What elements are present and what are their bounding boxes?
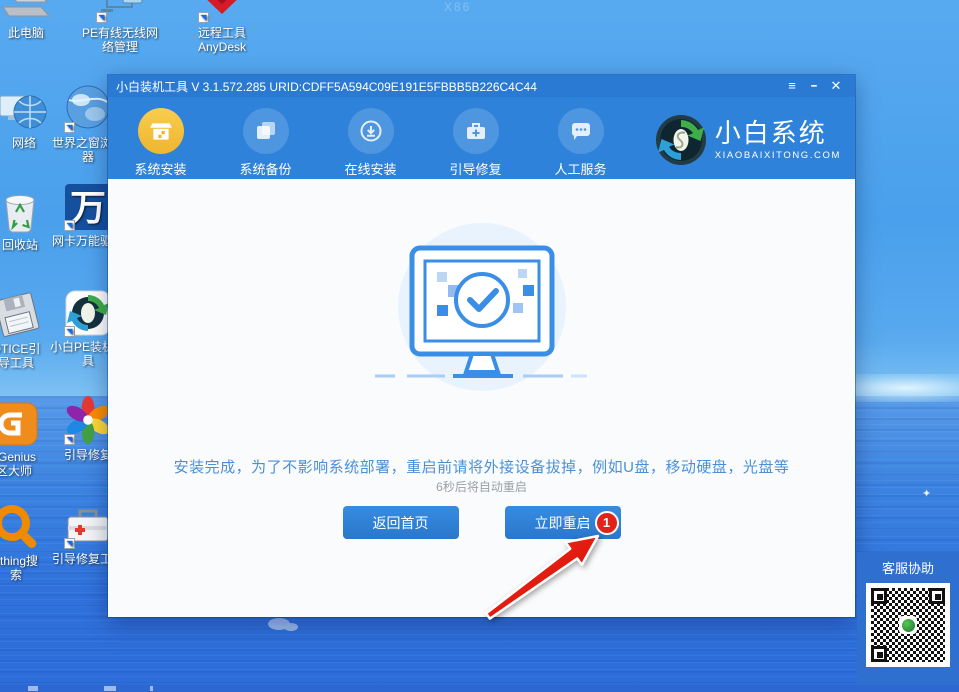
icon-label: 引导修复 (64, 448, 112, 462)
icon-label: 器 (82, 150, 94, 164)
diskgenius-icon (0, 398, 39, 448)
qr-finder-icon (871, 646, 887, 662)
recycle-bin-icon (0, 186, 45, 236)
shortcut-arrow-icon: ◥ (64, 220, 75, 231)
icon-label: PE有线无线网 (82, 26, 158, 40)
icon-label: AnyDesk (198, 40, 246, 54)
cloud (268, 616, 308, 632)
window-title: 小白装机工具 V 3.1.572.285 URID:CDFF5A594C09E1… (116, 78, 781, 95)
shortcut-arrow-icon: ◥ (64, 326, 75, 337)
tab-label: 系统安装 (134, 159, 186, 178)
anydesk-icon: ◥ (197, 0, 247, 24)
icon-label: 具 (82, 354, 94, 368)
taskbar[interactable] (0, 685, 959, 692)
shortcut-arrow-icon: ◥ (96, 12, 107, 23)
icon-label: ything搜 (0, 554, 38, 568)
tab-label: 在线安装 (344, 159, 396, 178)
icon-label: 络管理 (102, 40, 138, 54)
completion-message: 安装完成，为了不影响系统部署，重启前请将外接设备拔掉，例如U盘，移动硬盘，光盘等 (108, 456, 855, 477)
icon-label: 导工具 (0, 356, 34, 370)
toolbox-icon: ◥ (63, 500, 113, 550)
chat-icon (558, 108, 604, 154)
brand-domain: XIAOBAIXITONG.COM (715, 150, 841, 161)
support-panel: 客服协助 (857, 552, 959, 685)
icon-label: 回收站 (2, 238, 38, 252)
tab-online-install[interactable]: 在线安装 (318, 97, 423, 179)
computer-icon (1, 0, 51, 24)
backup-icon (243, 108, 289, 154)
support-title: 客服协助 (882, 558, 934, 577)
pinwheel-icon: ◥ (63, 396, 113, 446)
sea-sparkle: ✦ (922, 487, 931, 500)
window-nav: 系统安装 系统备份 在线安装 引导修复 人工服务 (108, 97, 855, 179)
support-qr-code (866, 583, 950, 667)
tab-boot-repair[interactable]: 引导修复 (423, 97, 528, 179)
repair-kit-icon (453, 108, 499, 154)
tab-label: 人工服务 (554, 159, 606, 178)
icon-label: 索 (10, 568, 22, 582)
tab-label: 引导修复 (449, 159, 501, 178)
auto-restart-countdown: 6秒后将自动重启 (108, 478, 855, 495)
icon-label: 区大师 (0, 464, 32, 478)
desktop-icon-pe-network[interactable]: ◥ PE有线无线网 络管理 (76, 0, 164, 55)
xiaobai-pe-icon: ◥ (63, 288, 113, 338)
icon-label: 网络 (12, 136, 36, 150)
network-icon (0, 84, 49, 134)
qr-center-logo-icon (899, 616, 917, 634)
shortcut-arrow-icon: ◥ (64, 122, 75, 133)
icon-label: 此电脑 (8, 26, 44, 40)
install-box-icon (138, 108, 184, 154)
shortcut-arrow-icon: ◥ (64, 538, 75, 549)
shortcut-arrow-icon: ◥ (198, 12, 209, 23)
desktop-icon-this-pc[interactable]: 此电脑 (0, 0, 70, 40)
window-titlebar[interactable]: 小白装机工具 V 3.1.572.285 URID:CDFF5A594C09E1… (108, 75, 855, 97)
brand-name: 小白系统 (715, 120, 841, 146)
qr-finder-icon (929, 588, 945, 604)
menu-icon[interactable]: ≡ (781, 75, 803, 97)
back-home-button[interactable]: 返回首页 (343, 506, 459, 539)
download-icon (348, 108, 394, 154)
wan-glyph: 万 (70, 187, 106, 228)
icon-label: 远程工具 (198, 26, 246, 40)
minimize-icon[interactable]: ━ (803, 75, 825, 97)
icon-label: OTICE引 (0, 342, 40, 356)
desktop-icon-anydesk[interactable]: ◥ 远程工具 AnyDesk (178, 0, 266, 55)
search-icon (0, 502, 41, 552)
network-manager-icon: ◥ (95, 0, 145, 24)
qr-finder-icon (871, 588, 887, 604)
desktop-watermark: X86 (444, 0, 471, 14)
tab-label: 系统备份 (239, 159, 291, 178)
floppy-disk-icon (0, 290, 41, 340)
annotation-arrow (478, 518, 618, 628)
tab-system-backup[interactable]: 系统备份 (213, 97, 318, 179)
icon-label: kGenius (0, 450, 36, 464)
tab-system-install[interactable]: 系统安装 (108, 97, 213, 179)
close-icon[interactable]: ✕ (825, 75, 847, 97)
brand-logo: 小白系统 XIAOBAIXITONG.COM (655, 114, 841, 166)
install-complete-illustration (367, 223, 597, 398)
shortcut-arrow-icon: ◥ (64, 434, 75, 445)
tab-human-service[interactable]: 人工服务 (528, 97, 633, 179)
globe-browser-icon: ◥ (63, 84, 113, 134)
wan-driver-icon: 万 ◥ (63, 182, 113, 232)
xiaobai-logo-icon (655, 114, 707, 166)
